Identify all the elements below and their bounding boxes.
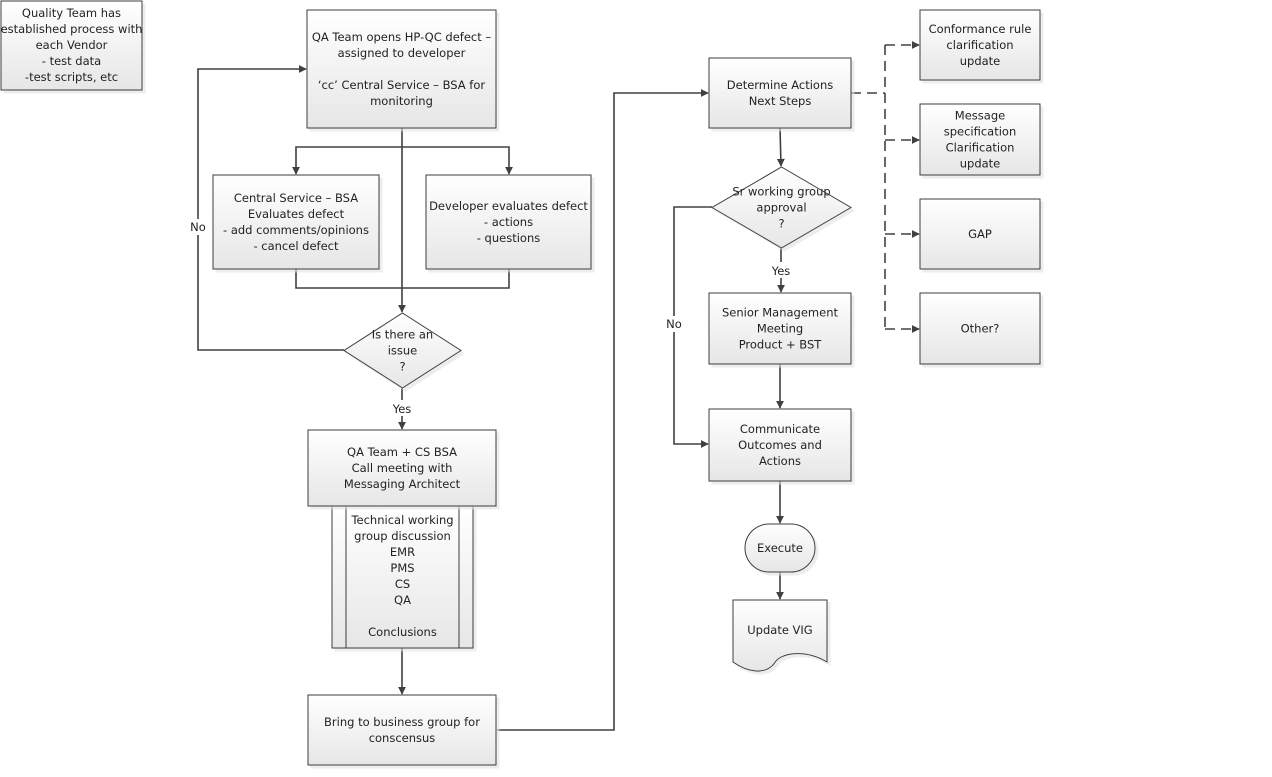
edge-qa-opens-to-dev-evaluates xyxy=(402,146,513,175)
node-text-line: EMR xyxy=(390,545,415,559)
node-conformance[interactable]: Conformance rule clarification update xyxy=(919,9,1041,81)
node-text-line: Is there an xyxy=(372,328,433,342)
node-text-line: - test data xyxy=(42,54,101,68)
node-text-line: QA xyxy=(394,593,411,607)
node-other[interactable]: Other? xyxy=(919,292,1041,365)
node-determine-actions[interactable]: Determine Actions Next Steps xyxy=(708,57,852,129)
node-text-line: approval xyxy=(756,201,806,215)
node-text-line: ? xyxy=(399,360,405,374)
node-text-line: issue xyxy=(388,344,418,358)
node-text-line: monitoring xyxy=(370,94,433,108)
node-text-line: - cancel defect xyxy=(253,239,339,253)
flowchart-canvas: Quality Team has established process with… xyxy=(0,0,1041,766)
node-text-line: Quality Team has xyxy=(22,6,121,20)
node-is-issue[interactable]: Is there an issue? xyxy=(343,312,462,389)
node-text-line: conscensus xyxy=(369,731,436,745)
node-gap[interactable]: GAP xyxy=(919,198,1041,270)
node-text-line: Other? xyxy=(961,322,1000,336)
node-text-line: Messaging Architect xyxy=(344,477,461,491)
node-call-meeting[interactable]: QA Team + CS BSA Call meeting with Messagi… xyxy=(307,429,497,507)
node-text-line: assigned to developer xyxy=(338,46,466,60)
node-note[interactable]: Quality Team has established process with… xyxy=(0,0,143,91)
node-text-line: Actions xyxy=(759,454,801,468)
node-text-line: - actions xyxy=(484,215,533,229)
node-text-line: established process with xyxy=(1,22,143,36)
node-qa-opens[interactable]: QA Team opens HP-QC defect – assigned to … xyxy=(306,9,497,129)
node-text-line: Determine Actions xyxy=(727,78,833,92)
node-dev-evaluates[interactable]: Developer evaluates defect - actions - que… xyxy=(425,174,592,270)
node-text-line: Update VIG xyxy=(747,623,812,637)
node-text-line: ‘cc’ Central Service – BSA for xyxy=(318,78,486,92)
node-text-line: Outcomes and xyxy=(738,438,822,452)
node-text-line: update xyxy=(960,157,1001,171)
node-text-line: Message xyxy=(955,109,1005,123)
process-rect xyxy=(708,57,852,129)
node-update-vig[interactable]: Update VIG xyxy=(732,599,828,672)
nodes: Quality Team has established process with… xyxy=(0,0,1041,766)
node-text-line: - add comments/opinions xyxy=(223,223,369,237)
node-text-line: Technical working xyxy=(350,513,453,527)
process-rect xyxy=(306,9,497,129)
node-text-line: group discussion xyxy=(354,529,451,543)
node-text-line: Clarification xyxy=(946,141,1015,155)
node-text-line: ? xyxy=(778,217,784,231)
node-text-line: Evaluates defect xyxy=(248,207,345,221)
node-text-line: Meeting xyxy=(757,322,803,336)
node-text-line: Senior Management xyxy=(722,306,839,320)
node-text-line: update xyxy=(960,54,1001,68)
edge-label-yes-issue: Yes xyxy=(392,402,412,416)
node-text-line: each Vendor xyxy=(36,38,108,52)
node-text-line: -test scripts, etc xyxy=(25,70,118,84)
node-communicate[interactable]: Communicate Outcomes and Actions xyxy=(708,408,852,482)
edge-qa-opens-to-cs-evaluates xyxy=(292,146,402,175)
node-technical-group[interactable]: Technical working group discussion EMR PMS C… xyxy=(331,505,474,649)
node-text-line: CS xyxy=(395,577,410,591)
node-cs-evaluates[interactable]: Central Service – BSA Evaluates defect - a… xyxy=(212,174,380,270)
node-text-line: QA Team + CS BSA xyxy=(347,445,457,459)
node-text-line: PMS xyxy=(390,561,414,575)
node-text-line: Product + BST xyxy=(739,338,823,352)
node-sr-approval[interactable]: Sr working group approval? xyxy=(711,166,852,249)
edge-label-no-approval: No xyxy=(666,317,682,331)
node-text-line: specification xyxy=(944,125,1017,139)
node-text-line: Communicate xyxy=(740,422,820,436)
node-text-line: Central Service – BSA xyxy=(234,191,358,205)
node-text-line: Conclusions xyxy=(368,625,437,639)
node-text-line: Developer evaluates defect xyxy=(429,199,588,213)
node-text-line: Call meeting with xyxy=(352,461,453,475)
node-text-line: Conformance rule xyxy=(929,22,1032,36)
node-text-line: Bring to business group for xyxy=(324,715,480,729)
node-message-spec[interactable]: Message specification Clarification update xyxy=(919,103,1041,176)
node-senior-mgmt[interactable]: Senior Management Meeting Product + BST xyxy=(708,292,852,365)
node-text-line: GAP xyxy=(968,227,992,241)
node-text-line: Next Steps xyxy=(749,94,812,108)
edge-determine-to-approval xyxy=(776,127,785,167)
edge-label-yes-approval: Yes xyxy=(771,264,791,278)
node-text-line: QA Team opens HP-QC defect – xyxy=(312,30,492,44)
node-text-line: Execute xyxy=(757,541,803,555)
process-rect xyxy=(212,174,380,270)
node-business-group[interactable]: Bring to business group for conscensus xyxy=(307,694,497,766)
node-text-line: Sr working group xyxy=(732,185,830,199)
process-rect xyxy=(307,694,497,766)
edge-label-no-issue: No xyxy=(190,220,206,234)
node-execute[interactable]: Execute xyxy=(744,523,816,573)
node-text-line: - questions xyxy=(477,231,540,245)
node-text-line: clarification xyxy=(946,38,1013,52)
